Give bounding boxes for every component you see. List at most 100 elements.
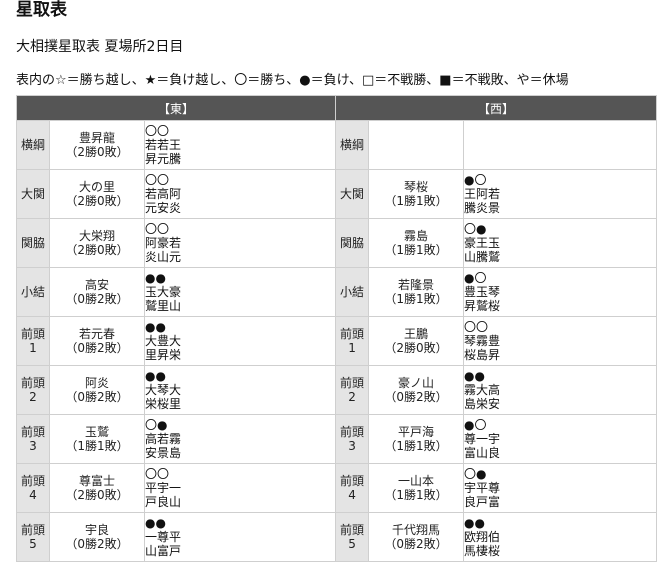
- wrestler-name: 阿炎: [84, 376, 109, 390]
- win-loss-record: （2勝0敗）: [65, 243, 129, 257]
- opponents-line-2: 安景島: [145, 446, 182, 460]
- opponents-line-1: 欧翔伯: [464, 530, 501, 544]
- wrestler-name: 宇良: [84, 523, 109, 537]
- table-row: 横綱 豊昇龍 （2勝0敗） 〇〇 若若王 昇元騰 横綱: [16, 120, 658, 170]
- east-wrestler-cell: 尊富士 （2勝0敗）: [49, 463, 145, 513]
- wrestler-name: 琴桜: [404, 180, 429, 194]
- basho-subtitle: 大相撲星取表 夏場所2日目: [16, 39, 184, 55]
- result-marks: 〇〇: [145, 173, 170, 187]
- east-rank-cell: 前頭 3: [16, 414, 50, 464]
- east-rank-cell: 前頭 1: [16, 316, 50, 366]
- east-rank-cell: 前頭 5: [16, 512, 50, 562]
- table-row: 関脇 大栄翔 （2勝0敗） 〇〇 阿豪若 炎山元 関脇 霧島 （1勝1敗） 〇● 豪王玉 山騰鷲: [16, 218, 658, 268]
- result-marks: ●●: [464, 516, 485, 530]
- opponents-line-1: 阿豪若: [145, 236, 182, 250]
- west-results-cell: ●〇 豊玉琴 昇鷲桜: [463, 267, 658, 317]
- east-results-cell: ●● 一尊平 山富戸: [143, 512, 337, 562]
- west-results-cell: ●● 欧翔伯 馬棲桜: [463, 512, 658, 562]
- west-wrestler-cell: 若隆景 （1勝1敗）: [368, 267, 465, 317]
- table-row: 前頭 5 宇良 （0勝2敗） ●● 一尊平 山富戸 前頭 5 千代翔馬 （0勝2敗） ●● 欧翔伯馬…: [16, 512, 658, 562]
- opponents-line-2: 馬棲桜: [464, 544, 501, 558]
- table-row: 前頭 2 阿炎 （0勝2敗） ●● 大琴大 栄桜里 前頭 2 豪ノ山 （0勝2敗） ●● 霧大高 島栄…: [16, 365, 658, 415]
- opponents-line-1: 玉大豪: [145, 285, 182, 299]
- wrestler-name: 一山本: [398, 474, 435, 488]
- win-loss-record: （1勝1敗）: [384, 194, 448, 208]
- win-loss-record: （1勝1敗）: [65, 439, 129, 453]
- result-marks: ●●: [145, 271, 166, 285]
- east-results-cell: 〇〇 若高阿 元安炎: [143, 169, 337, 219]
- east-rank-cell: 小結: [16, 267, 50, 317]
- opponents-line-2: 里昇栄: [145, 348, 182, 362]
- west-results-cell: [463, 120, 658, 170]
- east-wrestler-cell: 阿炎 （0勝2敗）: [49, 365, 145, 415]
- east-results-cell: ●● 大豊大 里昇栄: [143, 316, 337, 366]
- win-loss-record: （1勝1敗）: [384, 292, 448, 306]
- opponents-line-1: 王阿若: [464, 187, 501, 201]
- east-wrestler-cell: 高安 （0勝2敗）: [49, 267, 145, 317]
- west-results-cell: 〇〇 琴霧豊 桜島昇: [463, 316, 658, 366]
- east-wrestler-cell: 豊昇龍 （2勝0敗）: [49, 120, 145, 170]
- result-marks: 〇〇: [145, 124, 170, 138]
- opponents-line-1: 宇平尊: [464, 481, 501, 495]
- opponents-line-1: 尊一宇: [464, 432, 501, 446]
- opponents-line-1: 高若霧: [145, 432, 182, 446]
- win-loss-record: （0勝2敗）: [384, 390, 448, 404]
- symbol-legend: 表内の☆＝勝ち越し、★＝負け越し、〇＝勝ち、●＝負け、□＝不戦勝、■＝不戦敗、や…: [16, 73, 569, 88]
- page: 星取表 大相撲星取表 夏場所2日目 表内の☆＝勝ち越し、★＝負け越し、〇＝勝ち、…: [0, 0, 666, 562]
- west-wrestler-cell: 琴桜 （1勝1敗）: [368, 169, 465, 219]
- opponents-line-2: 炎山元: [145, 250, 182, 264]
- east-results-cell: 〇〇 阿豪若 炎山元: [143, 218, 337, 268]
- win-loss-record: （2勝0敗）: [384, 341, 448, 355]
- west-wrestler-cell: 霧島 （1勝1敗）: [368, 218, 465, 268]
- table-row: 前頭 4 尊富士 （2勝0敗） 〇〇 平宇一 戸良山 前頭 4 一山本 （1勝1敗） 〇● 宇平尊良…: [16, 463, 658, 513]
- opponents-line-1: 豪王玉: [464, 236, 501, 250]
- result-marks: ●●: [145, 320, 166, 334]
- opponents-line-1: 若高阿: [145, 187, 182, 201]
- wrestler-name: 玉鷲: [84, 425, 109, 439]
- west-wrestler-cell: 平戸海 （1勝1敗）: [368, 414, 465, 464]
- opponents-line-2: 騰炎景: [464, 201, 501, 215]
- east-results-cell: ●● 大琴大 栄桜里: [143, 365, 337, 415]
- wrestler-name: 平戸海: [398, 425, 435, 439]
- east-wrestler-cell: 宇良 （0勝2敗）: [49, 512, 145, 562]
- west-rank-cell: 前頭 5: [335, 512, 370, 562]
- west-rank-cell: 大関: [335, 169, 370, 219]
- table-row: 小結 高安 （0勝2敗） ●● 玉大豪 鷲里山 小結 若隆景 （1勝1敗） ●〇 豊玉琴 昇鷲桜: [16, 267, 658, 317]
- win-loss-record: （0勝2敗）: [65, 537, 129, 551]
- wrestler-name: 若元春: [78, 327, 115, 341]
- result-marks: ●〇: [464, 271, 487, 285]
- result-marks: 〇〇: [145, 467, 170, 481]
- opponents-line-1: 琴霧豊: [464, 334, 501, 348]
- east-wrestler-cell: 大の里 （2勝0敗）: [49, 169, 145, 219]
- opponents-line-2: 栄桜里: [145, 397, 182, 411]
- wrestler-name: 豊昇龍: [78, 131, 115, 145]
- west-rank-cell: 前頭 2: [335, 365, 370, 415]
- win-loss-record: （1勝1敗）: [384, 243, 448, 257]
- east-results-cell: 〇〇 平宇一 戸良山: [143, 463, 337, 513]
- west-rank-cell: 前頭 1: [335, 316, 370, 366]
- west-wrestler-cell: [368, 120, 465, 170]
- opponents-line-1: 一尊平: [145, 530, 182, 544]
- opponents-line-1: 大琴大: [145, 383, 182, 397]
- win-loss-record: （2勝0敗）: [65, 194, 129, 208]
- east-wrestler-cell: 玉鷲 （1勝1敗）: [49, 414, 145, 464]
- win-loss-record: （0勝2敗）: [384, 537, 448, 551]
- table-header-row: 【東】 【西】: [15, 95, 658, 121]
- opponents-line-2: 昇鷲桜: [464, 299, 501, 313]
- opponents-line-2: 昇元騰: [145, 152, 182, 166]
- win-loss-record: （1勝1敗）: [384, 439, 448, 453]
- west-rank-cell: 前頭 3: [335, 414, 370, 464]
- west-results-cell: ●〇 尊一宇 富山良: [463, 414, 658, 464]
- hoshitori-table: 【東】 【西】 横綱 豊昇龍 （2勝0敗） 〇〇 若若王 昇元騰 横綱 大関 大の里 （2勝0敗）…: [15, 95, 658, 562]
- opponents-line-2: 元安炎: [145, 201, 182, 215]
- west-rank-cell: 小結: [335, 267, 370, 317]
- win-loss-record: （2勝0敗）: [65, 488, 129, 502]
- east-results-cell: 〇〇 若若王 昇元騰: [143, 120, 337, 170]
- east-rank-cell: 前頭 2: [16, 365, 50, 415]
- wrestler-name: 千代翔馬: [392, 523, 441, 537]
- win-loss-record: （0勝2敗）: [65, 390, 129, 404]
- west-header: 【西】: [335, 95, 658, 121]
- west-rank-cell: 関脇: [335, 218, 370, 268]
- wrestler-name: 尊富士: [78, 474, 115, 488]
- table-row: 大関 大の里 （2勝0敗） 〇〇 若高阿 元安炎 大関 琴桜 （1勝1敗） ●〇 王阿若 騰炎景: [16, 169, 658, 219]
